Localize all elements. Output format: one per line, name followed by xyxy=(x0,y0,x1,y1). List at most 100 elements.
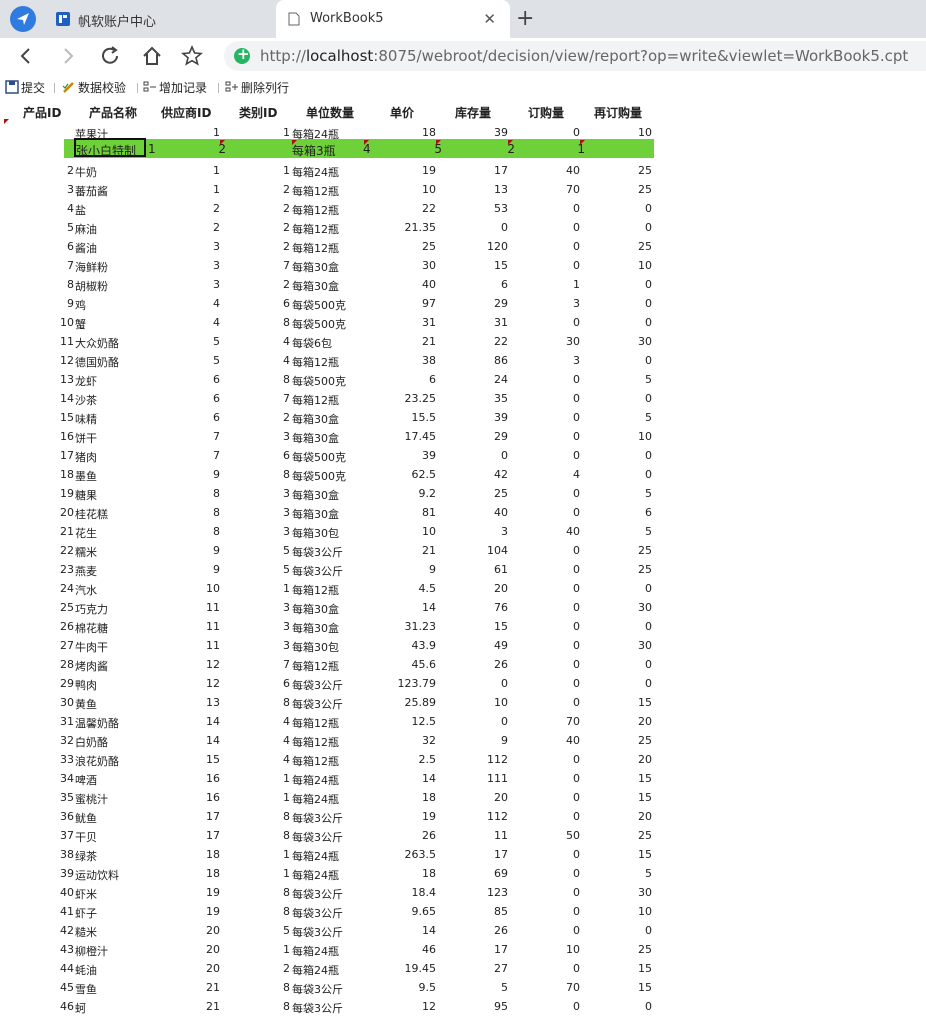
table-row[interactable]: 14 沙茶 6 7 每箱12瓶 23.25 35 0 0 xyxy=(0,389,926,408)
cell-product-name[interactable]: 绿茶 xyxy=(75,848,155,864)
cell-supplier-id[interactable]: 2 xyxy=(190,221,220,234)
cell-reorder[interactable]: 10 xyxy=(600,905,652,918)
cell-unit-quantity[interactable]: 每箱30盒 xyxy=(292,487,362,503)
cell-product-name[interactable]: 牛奶 xyxy=(75,164,155,180)
cell-unit-price[interactable]: 12 xyxy=(380,1000,436,1013)
cell-product-name[interactable]: 蜜桃汁 xyxy=(75,791,155,807)
cell-category-id[interactable]: 2 xyxy=(252,221,290,234)
cell-reorder[interactable]: 5 xyxy=(600,373,652,386)
table-row[interactable]: 13 龙虾 6 8 每袋500克 6 24 0 5 xyxy=(0,370,926,389)
table-row[interactable]: 28 烤肉酱 12 7 每箱12瓶 45.6 26 0 0 xyxy=(0,655,926,674)
cell-on-order[interactable]: 0 xyxy=(540,563,580,576)
table-row[interactable]: 3 蕃茄酱 1 2 每箱12瓶 10 13 70 25 xyxy=(0,180,926,199)
cell-on-order[interactable]: 40 xyxy=(540,734,580,747)
cell-on-order[interactable]: 3 xyxy=(540,297,580,310)
cell-reorder[interactable]: 15 xyxy=(600,696,652,709)
cell-unit-quantity[interactable]: 每箱30盒 xyxy=(292,430,362,446)
add-record-button[interactable]: 增加记录 xyxy=(143,79,207,97)
cell-product-id[interactable]: 28 xyxy=(40,658,74,671)
table-row[interactable]: 41 虾子 19 8 每袋3公斤 9.65 85 0 10 xyxy=(0,902,926,921)
cell-product-id[interactable]: 5 xyxy=(40,221,74,234)
cell-on-order[interactable]: 0 xyxy=(540,449,580,462)
cell-category-id[interactable]: 4 xyxy=(252,753,290,766)
cell-supplier-id[interactable]: 8 xyxy=(190,487,220,500)
cell-stock[interactable]: 76 xyxy=(460,601,508,614)
cell-on-order[interactable]: 0 xyxy=(540,658,580,671)
cell-product-name[interactable]: 花生 xyxy=(75,525,155,541)
cell-stock[interactable]: 5 xyxy=(460,981,508,994)
cell-reorder[interactable]: 0 xyxy=(600,1000,652,1013)
cell-category-id[interactable]: 8 xyxy=(252,905,290,918)
table-row[interactable]: 16 饼干 7 3 每箱30盒 17.45 29 0 10 xyxy=(0,427,926,446)
cell-unit-quantity[interactable]: 每袋3公斤 xyxy=(292,829,362,845)
cell-product-id[interactable]: 8 xyxy=(40,278,74,291)
cell-reorder[interactable]: 25 xyxy=(600,734,652,747)
cell-stock[interactable]: 42 xyxy=(460,468,508,481)
cell-unit-price[interactable]: 62.5 xyxy=(380,468,437,481)
cell-unit-quantity[interactable]: 每箱30包 xyxy=(292,639,362,655)
cell-category-id[interactable]: 7 xyxy=(252,392,290,405)
cell-supplier-id[interactable]: 1 xyxy=(190,126,220,139)
cell-product-id[interactable]: 4 xyxy=(40,202,74,215)
cell-category-id[interactable]: 4 xyxy=(252,335,290,348)
cell-category-id[interactable]: 2 xyxy=(252,240,290,253)
cell-on-order[interactable]: 0 xyxy=(540,1000,580,1013)
cell-product-id[interactable]: 14 xyxy=(40,392,74,405)
cell-supplier-id[interactable]: 3 xyxy=(190,259,220,272)
cell-supplier-id[interactable]: 8 xyxy=(190,506,220,519)
cell-supplier-id[interactable]: 17 xyxy=(190,810,220,823)
back-icon[interactable] xyxy=(14,44,38,68)
cell-reorder[interactable]: 30 xyxy=(600,886,652,899)
cell-product-id[interactable]: 19 xyxy=(40,487,74,500)
cell-unit-price[interactable]: 43.9 xyxy=(380,639,437,652)
cell-on-order[interactable]: 0 xyxy=(540,677,580,690)
cell-unit-price[interactable]: 39 xyxy=(380,449,436,462)
cell-unit-price[interactable]: 97 xyxy=(380,297,436,310)
cell-stock[interactable]: 29 xyxy=(460,430,508,443)
cell-reorder[interactable]: 5 xyxy=(600,487,652,500)
close-icon[interactable]: ✕ xyxy=(483,10,496,28)
cell-unit-price[interactable]: 19 xyxy=(380,810,436,823)
cell-supplier-id[interactable]: 19 xyxy=(190,886,220,899)
cell-unit-price[interactable]: 46 xyxy=(380,943,436,956)
table-row[interactable]: 18 墨鱼 9 8 每袋500克 62.5 42 4 0 xyxy=(0,465,926,484)
cell-stock[interactable]: 20 xyxy=(460,582,508,595)
cell-category-id[interactable]: 8 xyxy=(252,468,290,481)
cell-product-id[interactable]: 39 xyxy=(40,867,74,880)
cell-product-name[interactable]: 德国奶酪 xyxy=(75,354,155,370)
cell-product-id[interactable]: 26 xyxy=(40,620,74,633)
cell-reorder[interactable]: 25 xyxy=(600,164,652,177)
cell-category-id[interactable]: 8 xyxy=(252,810,290,823)
cell-on-order[interactable]: 0 xyxy=(540,411,580,424)
cell-on-order[interactable]: 0 xyxy=(540,867,580,880)
table-row[interactable]: 12 德国奶酪 5 4 每箱12瓶 38 86 3 0 xyxy=(0,351,926,370)
table-row[interactable]: 34 啤酒 16 1 每箱24瓶 14 111 0 15 xyxy=(0,769,926,788)
cell-unit-price[interactable]: 6 xyxy=(380,373,436,386)
cell-category-id[interactable]: 1 xyxy=(252,791,290,804)
cell-product-name[interactable]: 烤肉酱 xyxy=(75,658,155,674)
cell-product-id[interactable]: 33 xyxy=(40,753,74,766)
cell-unit-price[interactable]: 38 xyxy=(380,354,436,367)
cell-unit-price[interactable]: 18 xyxy=(380,791,436,804)
cell-product-name[interactable]: 运动饮料 xyxy=(75,867,155,883)
cell-stock[interactable]: 69 xyxy=(460,867,508,880)
cell-product-id[interactable]: 38 xyxy=(40,848,74,861)
cell-on-order[interactable]: 0 xyxy=(540,392,580,405)
cell-unit-quantity[interactable]: 每箱30盒 xyxy=(292,506,362,522)
cell-product-name[interactable]: 蕃茄酱 xyxy=(75,183,155,199)
cell-stock[interactable]: 10 xyxy=(460,696,508,709)
cell-category-id[interactable]: 3 xyxy=(252,639,290,652)
edit-unit-quantity[interactable]: 每箱3瓶 xyxy=(292,142,336,159)
cell-stock[interactable]: 24 xyxy=(460,373,508,386)
cell-category-id[interactable]: 6 xyxy=(252,297,290,310)
cell-product-id[interactable]: 25 xyxy=(40,601,74,614)
cell-unit-quantity[interactable]: 每箱24瓶 xyxy=(292,943,362,959)
cell-product-name[interactable]: 浪花奶酪 xyxy=(75,753,155,769)
cell-category-id[interactable]: 6 xyxy=(252,449,290,462)
cell-on-order[interactable]: 40 xyxy=(540,164,580,177)
cell-category-id[interactable]: 8 xyxy=(252,829,290,842)
cell-product-id[interactable]: 29 xyxy=(40,677,74,690)
cell-product-name[interactable]: 糖果 xyxy=(75,487,155,503)
delete-row-button[interactable]: 删除列行 xyxy=(225,79,289,97)
cell-on-order[interactable]: 0 xyxy=(540,316,580,329)
